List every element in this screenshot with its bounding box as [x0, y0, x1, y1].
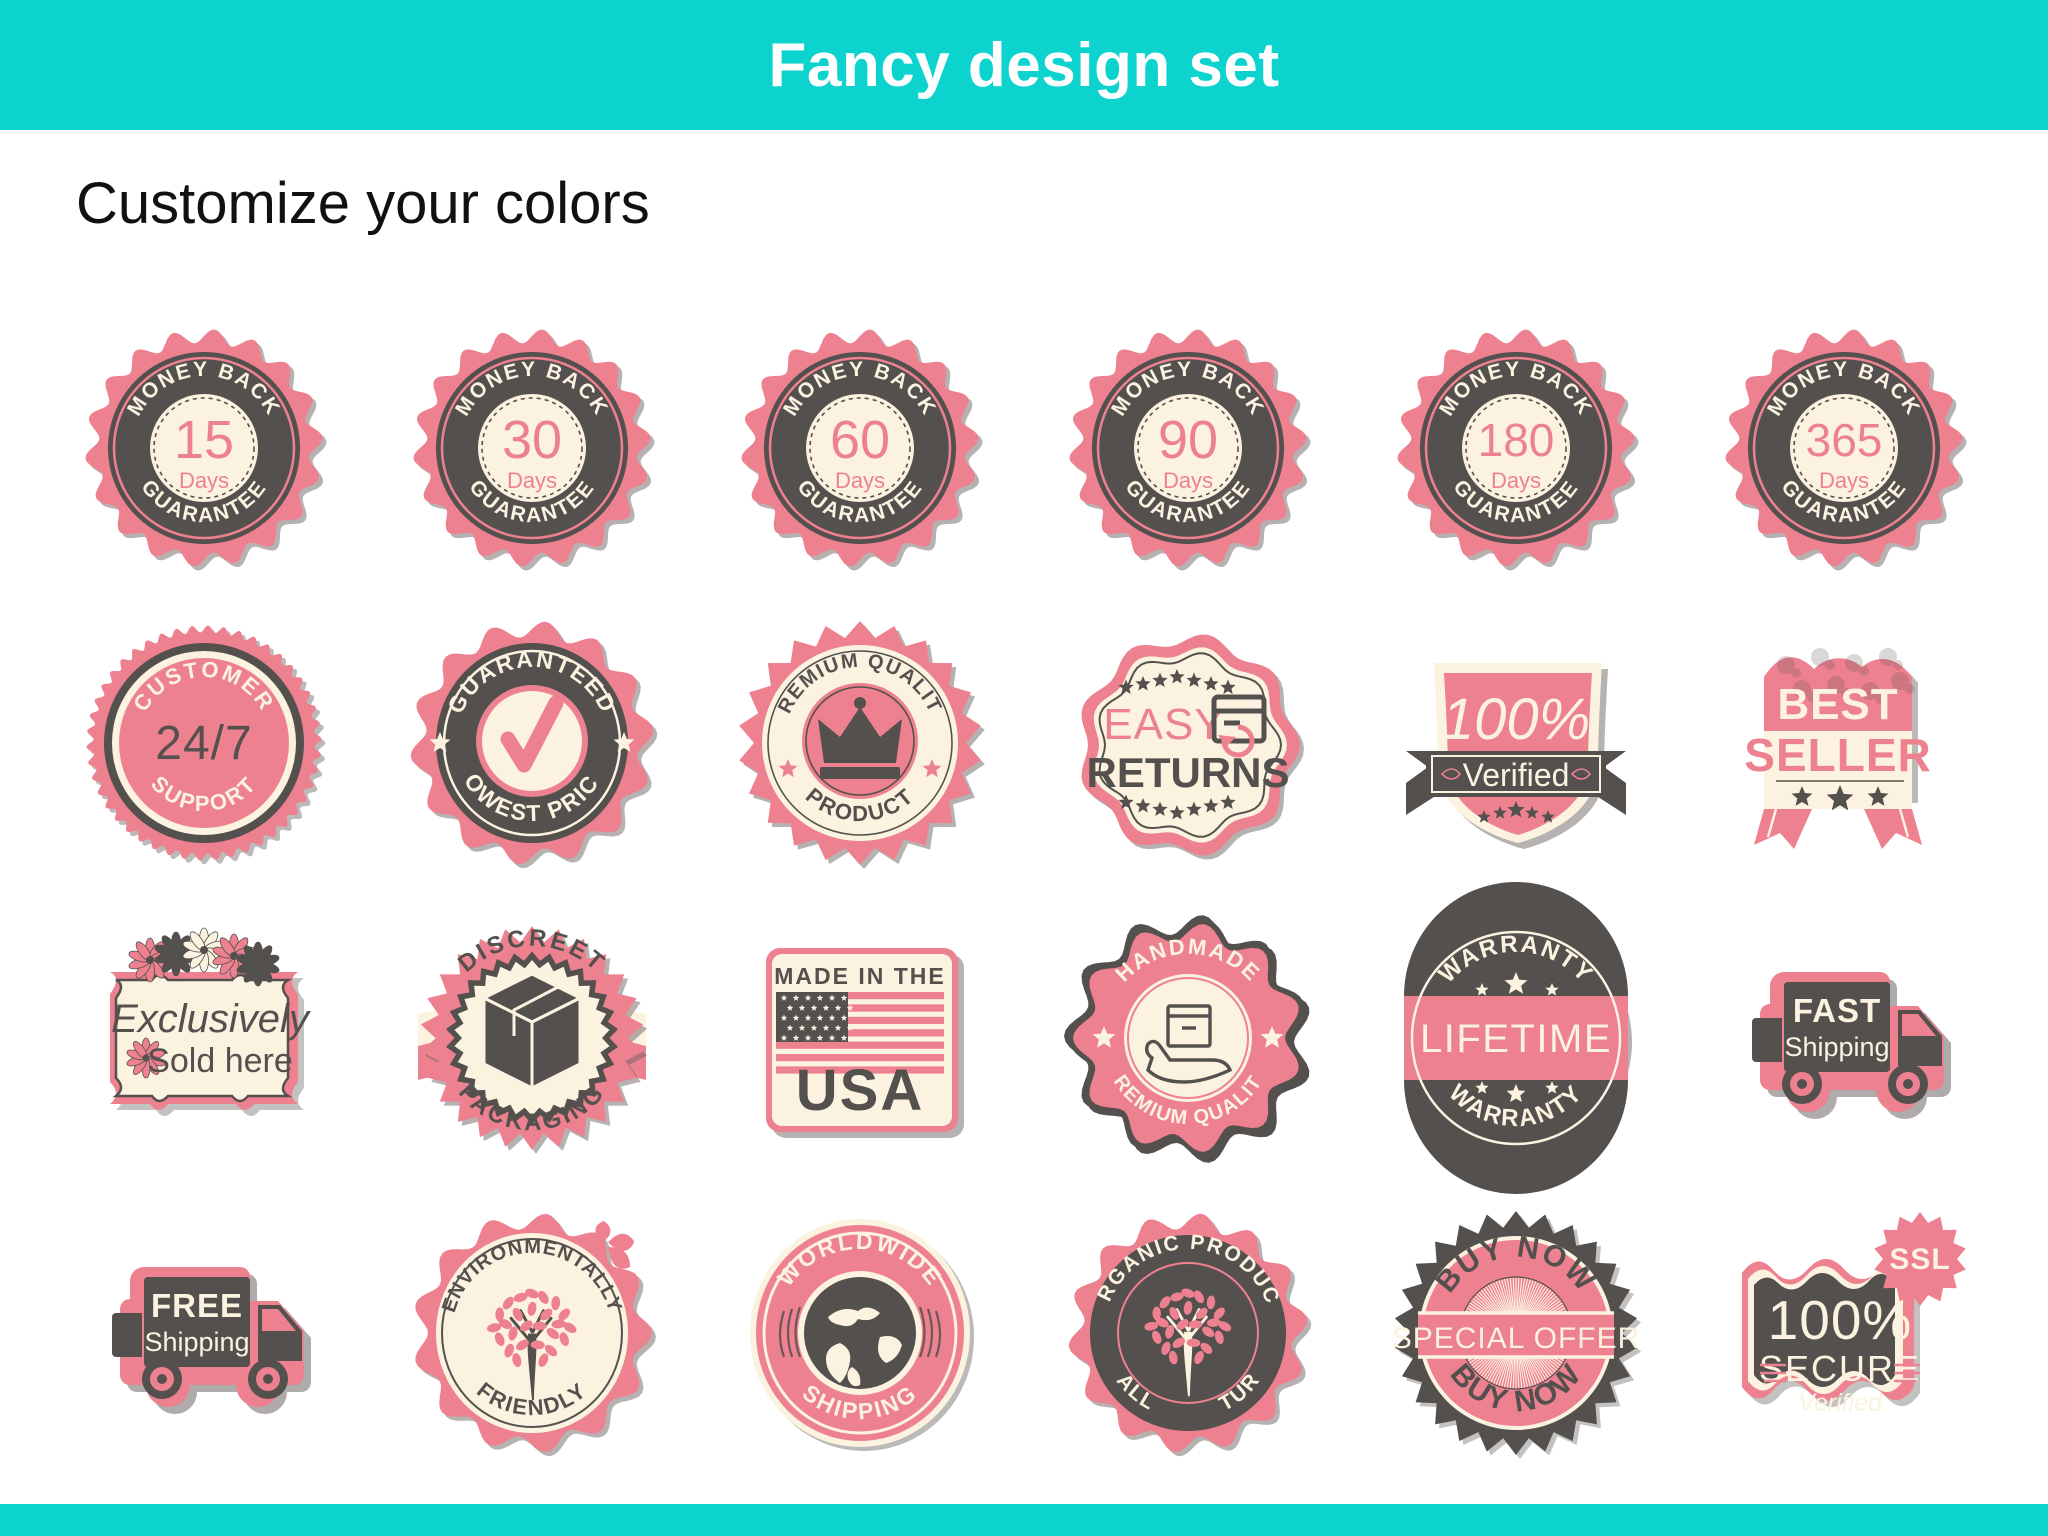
- badge-cell-money-back-30[interactable]: MONEY BACK GUARANTEE 30 Days: [368, 300, 696, 595]
- badge-cell-worldwide-shipping[interactable]: WORLDWIDE SHIPPING: [696, 1185, 1024, 1480]
- badge-cell-lowest-price[interactable]: GUARANTEED LOWEST PRICE: [368, 595, 696, 890]
- badge-free-shipping[interactable]: FREE Shipping: [84, 1213, 324, 1453]
- svg-text:Days: Days: [1491, 468, 1541, 493]
- badge-money-back-365[interactable]: MONEY BACK GUARANTEE 365 Days: [1724, 328, 1967, 571]
- svg-text:EASY: EASY: [1103, 700, 1224, 749]
- badge-cell-eco-friendly[interactable]: ENVIRONMENTALLY FRIENDLY: [368, 1185, 696, 1480]
- badge-lifetime-warranty[interactable]: WARRANTY WARRANTY LIFETIME: [1396, 881, 1636, 1194]
- badge-cell-special-offer[interactable]: SPECIAL OFFER BUY NOW BUY NOW: [1352, 1185, 1680, 1480]
- svg-text:Sold here: Sold here: [147, 1042, 293, 1080]
- badge-cell-hundred-verified[interactable]: 100% Verified: [1352, 595, 1680, 890]
- badge-money-back-15[interactable]: MONEY BACK GUARANTEE 15 Days: [84, 328, 327, 571]
- badge-cell-fast-shipping[interactable]: FAST Shipping: [1680, 890, 2008, 1185]
- footer-bar: [0, 1504, 2048, 1536]
- badge-money-back-60[interactable]: MONEY BACK GUARANTEE 60 Days: [740, 328, 983, 571]
- badge-cell-made-in-usa[interactable]: MADE IN THE USA: [696, 890, 1024, 1185]
- svg-text:Shipping: Shipping: [144, 1327, 249, 1357]
- badge-ssl-secure[interactable]: 100% SECURE Verified SSL: [1724, 1211, 1966, 1453]
- page-title: Fancy design set: [768, 30, 1280, 100]
- badge-cell-premium-quality[interactable]: PREMIUM QUALITY PRODUCT: [696, 595, 1024, 890]
- badge-cell-customer-support[interactable]: CUSTOMER SUPPORT 24/7: [40, 595, 368, 890]
- badge-made-in-usa[interactable]: MADE IN THE USA: [740, 918, 980, 1158]
- svg-text:USA: USA: [796, 1058, 924, 1123]
- badge-eco-friendly[interactable]: ENVIRONMENTALLY FRIENDLY: [412, 1213, 656, 1456]
- badge-cell-money-back-180[interactable]: MONEY BACK GUARANTEE 180 Days: [1352, 300, 1680, 595]
- badge-money-back-90[interactable]: MONEY BACK GUARANTEE 90 Days: [1068, 328, 1311, 571]
- badge-best-seller[interactable]: BEST SELLER: [1724, 623, 1964, 863]
- badge-cell-money-back-60[interactable]: MONEY BACK GUARANTEE 60 Days: [696, 300, 1024, 595]
- svg-text:MADE IN THE: MADE IN THE: [774, 963, 946, 989]
- svg-text:Verified: Verified: [1798, 1389, 1883, 1417]
- badge-cell-easy-returns[interactable]: EASY RETURNS: [1024, 595, 1352, 890]
- svg-text:60: 60: [830, 410, 890, 470]
- svg-text:SPECIAL OFFER: SPECIAL OFFER: [1392, 1322, 1641, 1355]
- badge-exclusively-sold[interactable]: Exclusively Sold here: [84, 918, 324, 1158]
- design-set-page: Fancy design set Customize your colors M…: [0, 0, 2048, 1536]
- badge-special-offer[interactable]: SPECIAL OFFER BUY NOW BUY NOW: [1392, 1210, 1642, 1459]
- badge-cell-lifetime-warranty[interactable]: WARRANTY WARRANTY LIFETIME: [1352, 881, 1680, 1194]
- svg-text:SELLER: SELLER: [1744, 729, 1931, 781]
- badge-cell-best-seller[interactable]: BEST SELLER: [1680, 595, 2008, 890]
- header-bar: Fancy design set: [0, 0, 2048, 130]
- badge-cell-exclusively-sold[interactable]: Exclusively Sold here: [40, 890, 368, 1185]
- svg-text:Days: Days: [835, 468, 885, 493]
- svg-text:Shipping: Shipping: [1784, 1032, 1889, 1062]
- svg-text:BEST: BEST: [1777, 680, 1898, 729]
- badge-hundred-verified[interactable]: 100% Verified: [1396, 623, 1636, 863]
- svg-text:Days: Days: [1819, 468, 1869, 493]
- badge-customer-support[interactable]: CUSTOMER SUPPORT 24/7: [84, 623, 326, 864]
- badge-cell-discreet-packaging[interactable]: DISCREET PACKAGING: [368, 890, 696, 1185]
- badge-money-back-180[interactable]: MONEY BACK GUARANTEE 180 Days: [1396, 328, 1639, 571]
- badge-cell-organic-product[interactable]: ORGANIC PRODUCT ALL NATURAL: [1024, 1185, 1352, 1480]
- svg-text:FAST: FAST: [1793, 992, 1881, 1029]
- badge-premium-quality[interactable]: PREMIUM QUALITY PRODUCT: [733, 606, 985, 869]
- badge-lowest-price[interactable]: GUARANTEED LOWEST PRICE: [403, 602, 658, 868]
- badge-money-back-30[interactable]: MONEY BACK GUARANTEE 30 Days: [412, 328, 655, 571]
- badge-cell-handmade[interactable]: HANDMADE PREMIUM QUALITY: [1024, 890, 1352, 1185]
- svg-text:LIFETIME: LIFETIME: [1420, 1017, 1612, 1061]
- badge-worldwide-shipping[interactable]: WORLDWIDE SHIPPING: [740, 1213, 980, 1453]
- svg-text:30: 30: [502, 410, 562, 470]
- svg-text:FREE: FREE: [151, 1287, 243, 1324]
- badge-cell-money-back-15[interactable]: MONEY BACK GUARANTEE 15 Days: [40, 300, 368, 595]
- svg-text:24/7: 24/7: [155, 717, 252, 770]
- svg-text:Exclusively: Exclusively: [111, 997, 312, 1041]
- badge-grid: MONEY BACK GUARANTEE 15 Days MONEY BACK …: [0, 300, 2048, 1480]
- badge-fast-shipping[interactable]: FAST Shipping: [1724, 918, 1964, 1158]
- svg-text:SSL: SSL: [1889, 1243, 1950, 1276]
- badge-easy-returns[interactable]: EASY RETURNS: [1068, 623, 1308, 863]
- svg-text:RETURNS: RETURNS: [1086, 749, 1289, 796]
- badge-cell-ssl-secure[interactable]: 100% SECURE Verified SSL: [1680, 1185, 2008, 1480]
- svg-text:180: 180: [1478, 414, 1555, 466]
- svg-text:Days: Days: [1163, 468, 1213, 493]
- subtitle: Customize your colors: [76, 171, 650, 236]
- badge-cell-money-back-365[interactable]: MONEY BACK GUARANTEE 365 Days: [1680, 300, 2008, 595]
- svg-text:SECURE: SECURE: [1759, 1348, 1921, 1389]
- badge-cell-money-back-90[interactable]: MONEY BACK GUARANTEE 90 Days: [1024, 300, 1352, 595]
- svg-text:Days: Days: [507, 468, 557, 493]
- svg-text:Days: Days: [179, 468, 229, 493]
- svg-text:Verified: Verified: [1463, 757, 1570, 793]
- svg-text:100%: 100%: [1442, 687, 1590, 752]
- svg-text:15: 15: [174, 410, 234, 470]
- svg-text:365: 365: [1806, 414, 1883, 466]
- svg-text:100%: 100%: [1768, 1289, 1913, 1351]
- badge-discreet-packaging[interactable]: DISCREET PACKAGING: [412, 918, 652, 1158]
- badge-handmade[interactable]: HANDMADE PREMIUM QUALITY: [1061, 901, 1310, 1163]
- badge-organic-product[interactable]: ORGANIC PRODUCT ALL NATURAL: [1059, 1195, 1312, 1456]
- svg-text:90: 90: [1158, 410, 1218, 470]
- badge-cell-free-shipping[interactable]: FREE Shipping: [40, 1185, 368, 1480]
